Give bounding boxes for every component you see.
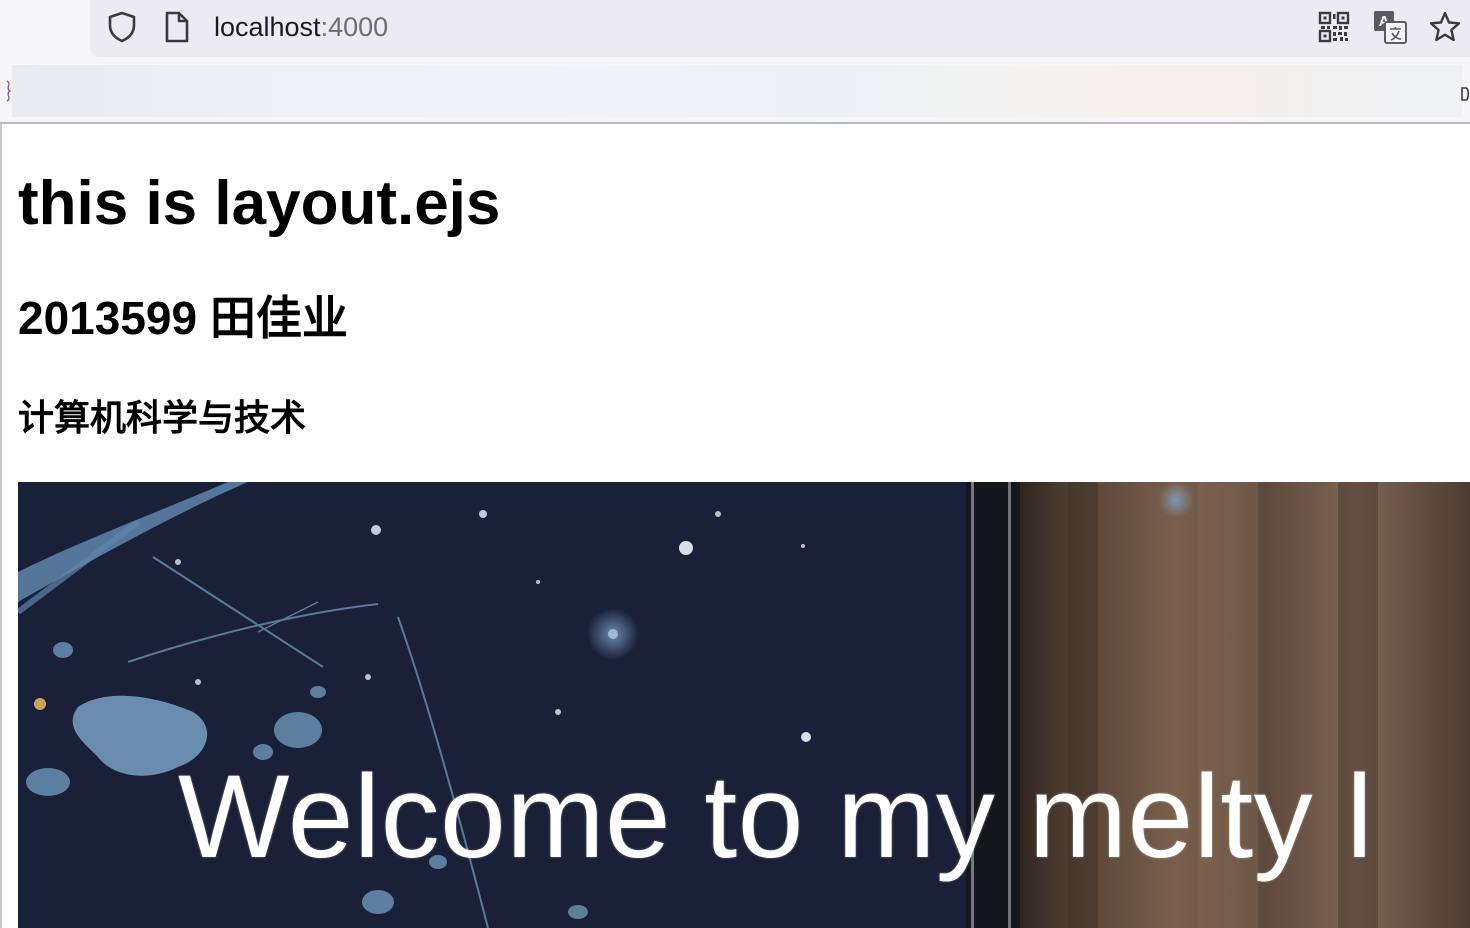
banner-welcome-text: Welcome to my melty l — [178, 751, 1374, 883]
url-text[interactable]: localhost:4000 — [214, 10, 388, 44]
page-title: this is layout.ejs — [18, 169, 501, 238]
browser-chrome: localhost:4000 A — [0, 0, 1470, 124]
star-icon[interactable] — [1428, 10, 1462, 44]
welcome-banner-image: Welcome to my melty l — [18, 482, 1470, 928]
viewport-edge — [0, 124, 2, 928]
student-id-name: 2013599 田佳业 — [18, 292, 348, 344]
shield-icon[interactable] — [105, 10, 139, 44]
page-content: this is layout.ejs 2013599 田佳业 计算机科学与技术 — [18, 124, 1470, 928]
url-host: localhost — [214, 12, 321, 42]
overflow-icon[interactable] — [1460, 86, 1470, 102]
major-heading: 计算机科学与技术 — [18, 397, 307, 438]
qr-code-icon[interactable] — [1318, 11, 1350, 43]
url-port: :4000 — [320, 12, 389, 42]
translate-icon[interactable]: A — [1372, 9, 1408, 45]
sidebar-toggle-icon[interactable] — [3, 78, 15, 104]
page-icon — [163, 10, 191, 44]
toolbar-strip — [12, 65, 1462, 117]
